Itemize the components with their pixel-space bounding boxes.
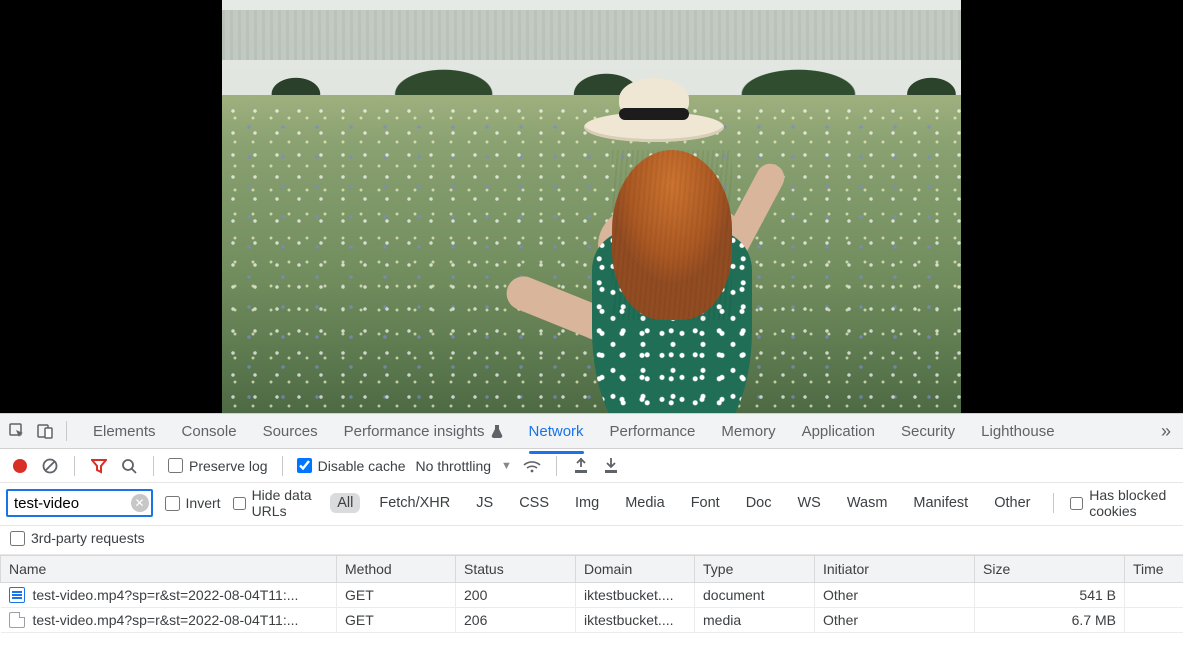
video-frame	[222, 0, 961, 413]
cell-name: test-video.mp4?sp=r&st=2022-08-04T11:...	[1, 583, 337, 608]
devtools-tabstrip: Elements Console Sources Performance ins…	[0, 413, 1183, 449]
cell-time	[1125, 608, 1183, 633]
cell-status: 200	[456, 583, 576, 608]
cell-type: media	[695, 608, 815, 633]
tab-performance-insights[interactable]: Performance insights	[344, 417, 503, 446]
clear-button[interactable]	[40, 456, 60, 476]
cell-initiator: Other	[815, 583, 975, 608]
has-blocked-cookies-label: Has blocked cookies	[1089, 487, 1177, 519]
third-party-label: 3rd-party requests	[31, 530, 145, 546]
tab-security[interactable]: Security	[901, 417, 955, 446]
cell-name: test-video.mp4?sp=r&st=2022-08-04T11:...	[1, 608, 337, 633]
filter-type-other[interactable]: Other	[987, 493, 1037, 513]
tab-memory[interactable]: Memory	[721, 417, 775, 446]
export-har-icon[interactable]	[601, 456, 621, 476]
tab-network[interactable]: Network	[529, 417, 584, 446]
table-row[interactable]: test-video.mp4?sp=r&st=2022-08-04T11:...…	[1, 583, 1183, 608]
col-header-time[interactable]: Time	[1125, 556, 1183, 583]
throttling-select[interactable]: No throttling ▼	[416, 458, 512, 474]
filter-type-font[interactable]: Font	[684, 493, 727, 513]
col-header-initiator[interactable]: Initiator	[815, 556, 975, 583]
network-filter-bar: ✕ Invert Hide data URLs All Fetch/XHR JS…	[0, 483, 1183, 526]
cell-domain: iktestbucket....	[576, 608, 695, 633]
cell-time	[1125, 583, 1183, 608]
document-icon	[9, 587, 25, 603]
beaker-icon	[491, 424, 503, 438]
network-table: Name Method Status Domain Type Initiator…	[0, 555, 1183, 633]
filter-type-manifest[interactable]: Manifest	[906, 493, 975, 513]
tab-console[interactable]: Console	[182, 417, 237, 446]
hide-data-urls-checkbox[interactable]: Hide data URLs	[233, 487, 319, 519]
tab-lighthouse[interactable]: Lighthouse	[981, 417, 1054, 446]
cell-initiator: Other	[815, 608, 975, 633]
filter-type-wasm[interactable]: Wasm	[840, 493, 895, 513]
filter-type-img[interactable]: Img	[568, 493, 606, 513]
invert-checkbox[interactable]: Invert	[165, 495, 221, 511]
tabs-overflow-icon[interactable]: »	[1155, 421, 1177, 442]
hide-data-urls-input[interactable]	[233, 496, 246, 511]
clear-filter-icon[interactable]: ✕	[131, 494, 149, 512]
third-party-checkbox[interactable]: 3rd-party requests	[10, 530, 1173, 546]
cell-method: GET	[337, 608, 456, 633]
cell-method: GET	[337, 583, 456, 608]
throttling-label: No throttling	[416, 458, 491, 474]
third-party-row: 3rd-party requests	[0, 526, 1183, 555]
tab-performance[interactable]: Performance	[610, 417, 696, 446]
has-blocked-cookies-checkbox[interactable]: Has blocked cookies	[1070, 487, 1177, 519]
search-icon[interactable]	[119, 456, 139, 476]
col-header-status[interactable]: Status	[456, 556, 576, 583]
disable-cache-input[interactable]	[297, 458, 312, 473]
invert-label: Invert	[186, 495, 221, 511]
cell-type: document	[695, 583, 815, 608]
has-blocked-cookies-input[interactable]	[1070, 496, 1083, 511]
col-header-name[interactable]: Name	[1, 556, 337, 583]
filter-type-fetchxhr[interactable]: Fetch/XHR	[372, 493, 457, 513]
network-conditions-icon[interactable]	[522, 456, 542, 476]
cell-size: 6.7 MB	[975, 608, 1125, 633]
col-header-type[interactable]: Type	[695, 556, 815, 583]
video-viewport	[0, 0, 1183, 413]
network-toolbar: Preserve log Disable cache No throttling…	[0, 449, 1183, 483]
import-har-icon[interactable]	[571, 456, 591, 476]
disable-cache-label: Disable cache	[318, 458, 406, 474]
table-row[interactable]: test-video.mp4?sp=r&st=2022-08-04T11:...…	[1, 608, 1183, 633]
filter-toggle-icon[interactable]	[89, 456, 109, 476]
preserve-log-label: Preserve log	[189, 458, 268, 474]
device-toggle-icon[interactable]	[34, 420, 56, 442]
filter-type-doc[interactable]: Doc	[739, 493, 779, 513]
file-icon	[9, 612, 25, 628]
filter-type-all[interactable]: All	[330, 493, 360, 513]
cell-domain: iktestbucket....	[576, 583, 695, 608]
filter-type-media[interactable]: Media	[618, 493, 672, 513]
col-header-method[interactable]: Method	[337, 556, 456, 583]
tab-label: Performance insights	[344, 423, 485, 440]
chevron-down-icon: ▼	[501, 460, 512, 472]
cell-status: 206	[456, 608, 576, 633]
cell-size: 541 B	[975, 583, 1125, 608]
tab-application[interactable]: Application	[802, 417, 875, 446]
filter-input-wrap: ✕	[6, 489, 153, 517]
col-header-size[interactable]: Size	[975, 556, 1125, 583]
filter-type-js[interactable]: JS	[469, 493, 500, 513]
hide-data-urls-label: Hide data URLs	[252, 487, 319, 519]
record-button[interactable]	[10, 456, 30, 476]
tab-elements[interactable]: Elements	[93, 417, 156, 446]
preserve-log-checkbox[interactable]: Preserve log	[168, 458, 268, 474]
table-header-row: Name Method Status Domain Type Initiator…	[1, 556, 1183, 583]
preserve-log-input[interactable]	[168, 458, 183, 473]
filter-type-ws[interactable]: WS	[791, 493, 828, 513]
inspect-element-icon[interactable]	[6, 420, 28, 442]
disable-cache-checkbox[interactable]: Disable cache	[297, 458, 406, 474]
third-party-input[interactable]	[10, 531, 25, 546]
invert-input[interactable]	[165, 496, 180, 511]
tab-sources[interactable]: Sources	[263, 417, 318, 446]
filter-type-css[interactable]: CSS	[512, 493, 556, 513]
col-header-domain[interactable]: Domain	[576, 556, 695, 583]
